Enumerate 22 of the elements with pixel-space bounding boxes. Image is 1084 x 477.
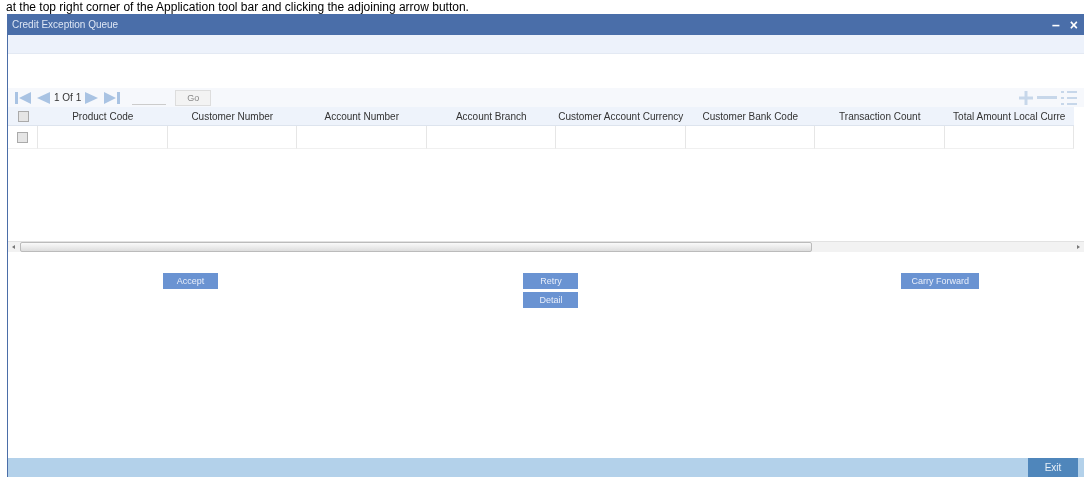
page-indicator: 1 Of 1 xyxy=(54,92,82,103)
column-header[interactable]: Customer Bank Code xyxy=(685,107,815,126)
column-header[interactable]: Customer Account Currency xyxy=(556,107,686,126)
list-icon[interactable] xyxy=(1060,89,1078,106)
close-button[interactable]: × xyxy=(1067,17,1080,32)
column-header[interactable]: Transaction Count xyxy=(815,107,945,126)
column-header[interactable]: Account Branch xyxy=(426,107,556,126)
previous-page-icon[interactable] xyxy=(35,90,51,105)
horizontal-scrollbar[interactable] xyxy=(8,241,1084,252)
caption-text: at the top right corner of the Application tool bar and clicking the adjoining arrow button. xyxy=(5,0,470,14)
column-header[interactable]: Account Number xyxy=(297,107,427,126)
minimize-button[interactable]: – xyxy=(1050,17,1062,32)
column-header[interactable]: Total Amount Local Curre xyxy=(944,107,1074,126)
checkbox[interactable] xyxy=(17,131,28,143)
first-page-icon[interactable] xyxy=(14,90,32,105)
add-row-icon[interactable] xyxy=(1018,89,1034,106)
last-page-icon[interactable] xyxy=(103,90,122,105)
column-header[interactable]: Customer Number xyxy=(167,107,297,126)
window-title: Credit Exception Queue xyxy=(12,19,120,30)
checkbox[interactable] xyxy=(17,110,29,122)
delete-row-icon[interactable] xyxy=(1037,95,1057,100)
column-header[interactable]: Product Code xyxy=(38,107,168,126)
